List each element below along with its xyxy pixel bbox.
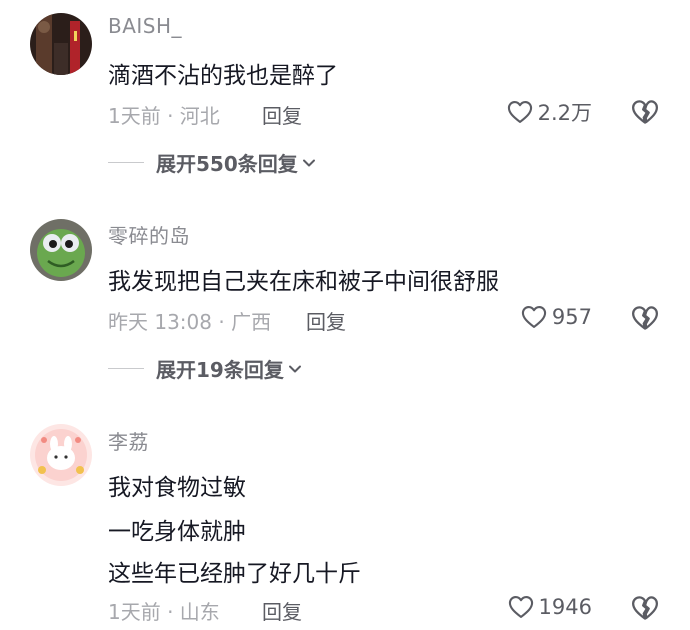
comment-text: 这些年已经肿了好几十斤 — [108, 561, 361, 587]
username[interactable]: 李荔 — [108, 426, 149, 455]
chevron-down-icon — [302, 159, 315, 166]
expand-replies-button[interactable]: 展开550条回复 — [108, 148, 316, 177]
reply-button[interactable]: 回复 — [306, 306, 346, 335]
comment-text: 我发现把自己夹在床和被子中间很舒服 — [108, 269, 499, 295]
heart-outline-icon — [521, 306, 547, 328]
expand-replies-label: 展开550条回复 — [156, 152, 298, 176]
comment-time-location: 昨天 13:08 · 广西 — [108, 310, 272, 334]
expand-replies-label: 展开19条回复 — [156, 358, 284, 382]
expand-replies-button[interactable]: 展开19条回复 — [108, 354, 302, 383]
broken-heart-icon[interactable] — [630, 593, 660, 623]
like-count: 2.2万 — [537, 101, 592, 125]
chevron-down-icon — [288, 365, 301, 372]
like-button[interactable]: 1946 — [507, 593, 592, 621]
username[interactable]: BAISH_ — [108, 14, 182, 38]
reply-button[interactable]: 回复 — [262, 100, 302, 129]
username[interactable]: 零碎的岛 — [108, 220, 190, 249]
heart-outline-icon — [508, 596, 533, 618]
broken-heart-icon[interactable] — [630, 303, 660, 333]
like-button[interactable]: 2.2万 — [506, 97, 592, 127]
like-button[interactable]: 957 — [520, 303, 592, 331]
heart-outline-icon — [507, 101, 532, 123]
comment-text: 一吃身体就肿 — [108, 519, 246, 545]
divider-line — [108, 368, 144, 369]
comment-text: 滴酒不沾的我也是醉了 — [108, 63, 338, 89]
avatar[interactable] — [30, 424, 92, 486]
comment-time-location: 1天前 · 山东 — [108, 600, 220, 624]
avatar[interactable] — [30, 219, 92, 281]
divider-line — [108, 162, 144, 163]
broken-heart-icon[interactable] — [630, 97, 660, 127]
comment-text: 我对食物过敏 — [108, 475, 246, 501]
like-count: 1946 — [538, 595, 592, 619]
avatar[interactable] — [30, 13, 92, 75]
reply-button[interactable]: 回复 — [262, 596, 302, 625]
like-count: 957 — [551, 305, 592, 329]
comment-time-location: 1天前 · 河北 — [108, 104, 220, 128]
